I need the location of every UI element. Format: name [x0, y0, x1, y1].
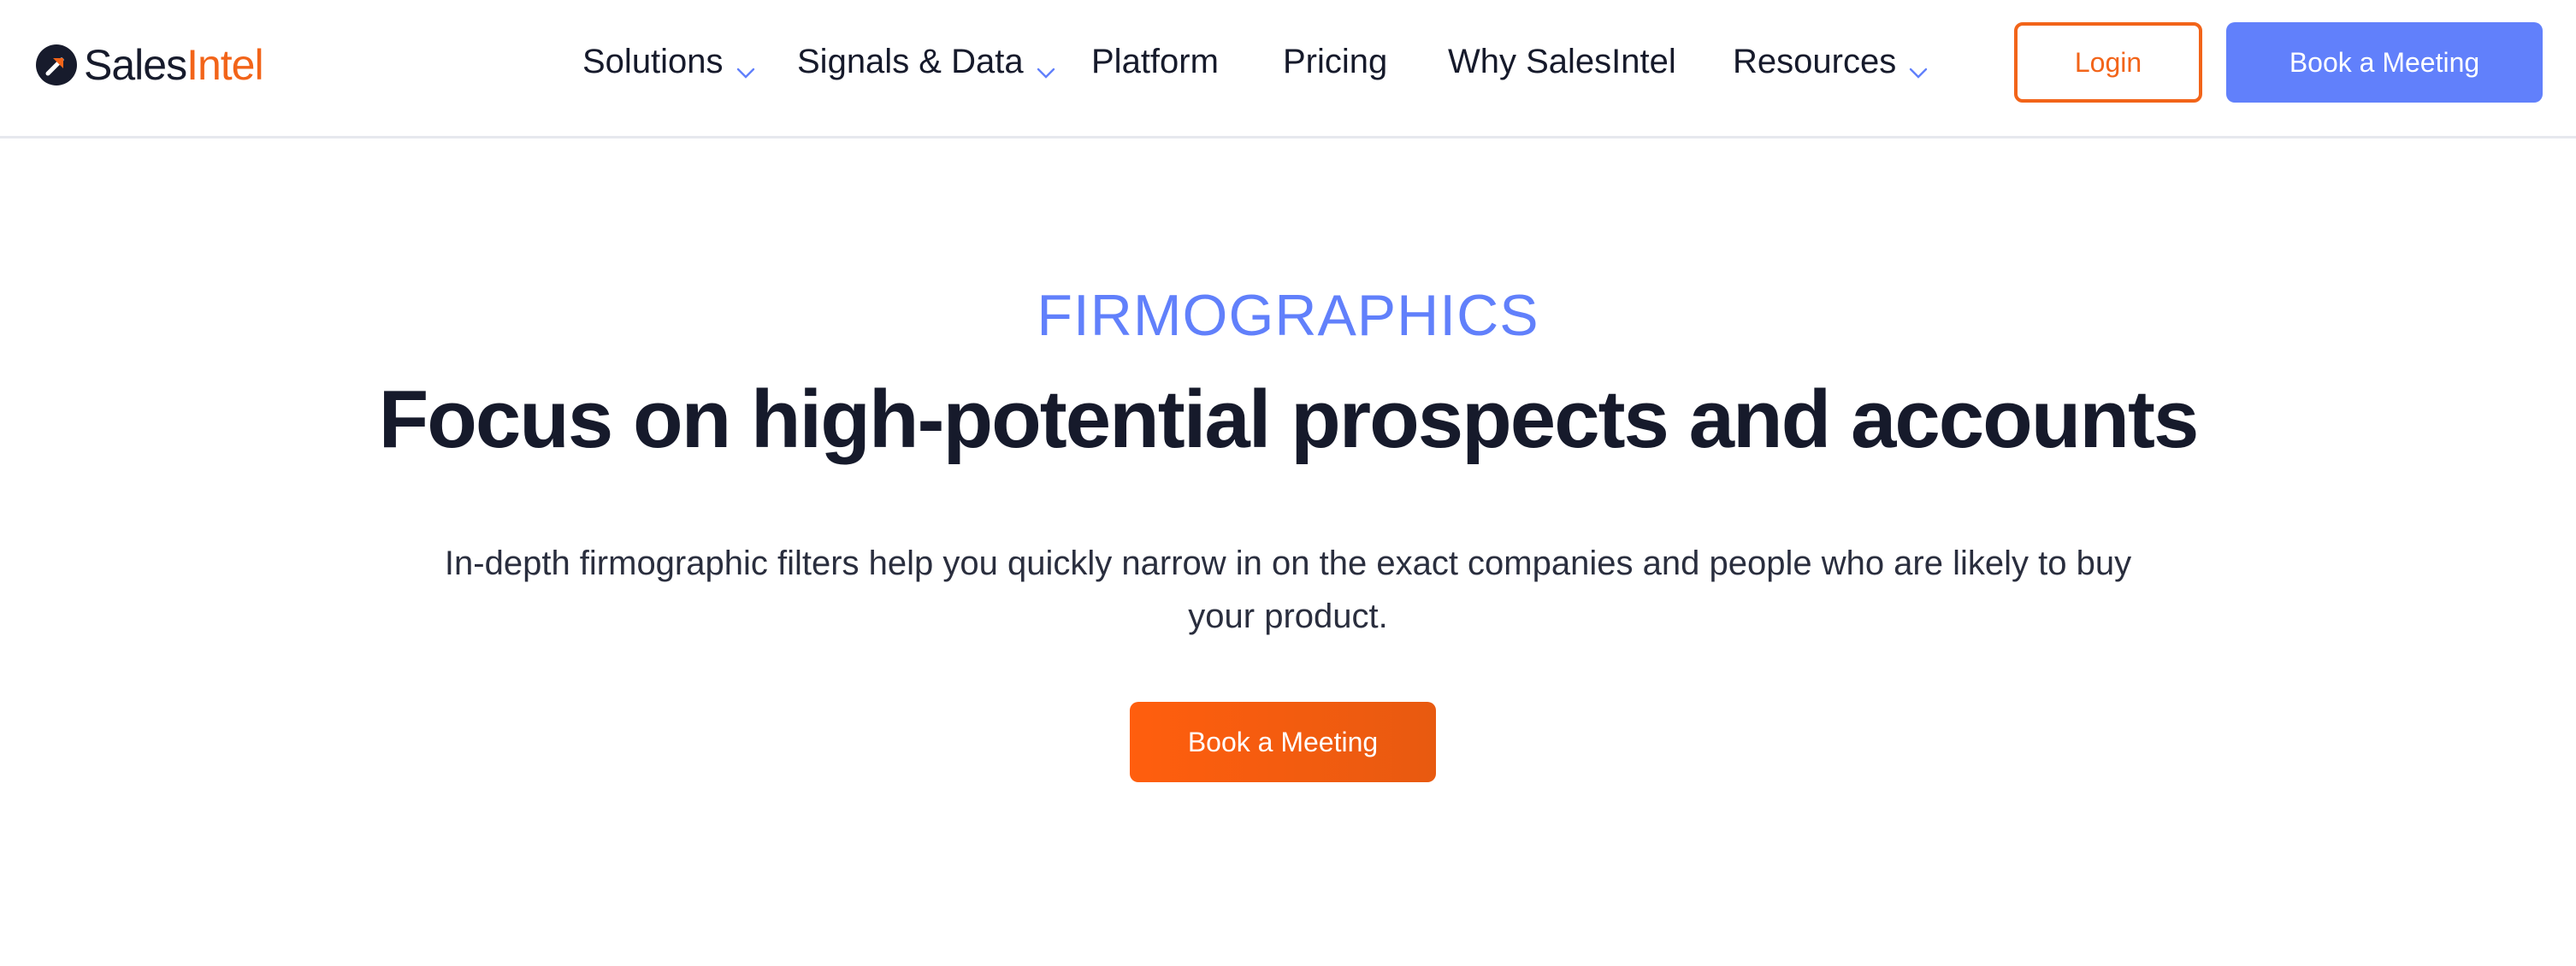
nav-item-label: Signals & Data: [797, 42, 1024, 80]
nav-item-label: Solutions: [582, 42, 724, 80]
nav-item-pricing[interactable]: Pricing: [1283, 36, 1387, 87]
nav-item-platform[interactable]: Platform: [1091, 36, 1219, 87]
logo-wordmark: SalesIntel: [84, 38, 264, 92]
chevron-down-icon: [1908, 53, 1929, 79]
nav-item-label: Why SalesIntel: [1448, 42, 1676, 80]
book-meeting-header-button[interactable]: Book a Meeting: [2226, 22, 2543, 103]
nav-item-solutions[interactable]: Solutions: [582, 36, 756, 87]
login-button[interactable]: Login: [2014, 22, 2202, 103]
logo-text-sales: Sales: [84, 41, 187, 89]
logo-text-intel: Intel: [186, 41, 264, 89]
nav-item-signals-data[interactable]: Signals & Data: [797, 36, 1056, 87]
nav-item-label: Platform: [1091, 42, 1219, 80]
salesintel-arrow-logo-icon: [36, 44, 77, 85]
nav-item-why-salesintel[interactable]: Why SalesIntel: [1448, 36, 1676, 87]
nav-item-label: Pricing: [1283, 42, 1388, 80]
chevron-down-icon: [736, 53, 756, 79]
nav-item-resources[interactable]: Resources: [1733, 36, 1929, 87]
hero-subtext: In-depth firmographic filters help you q…: [444, 545, 2132, 635]
chevron-down-icon: [1036, 53, 1056, 79]
nav-item-label: Resources: [1733, 42, 1897, 80]
site-header: SalesIntel Solutions Signals & Data Plat…: [0, 0, 2576, 138]
hero-eyebrow: FIRMOGRAPHICS: [1037, 283, 1539, 348]
hero-headline: Focus on high-potential prospects and ac…: [378, 374, 2200, 465]
book-meeting-hero-button[interactable]: Book a Meeting: [1130, 702, 1436, 782]
salesintel-logo[interactable]: SalesIntel: [36, 38, 264, 92]
